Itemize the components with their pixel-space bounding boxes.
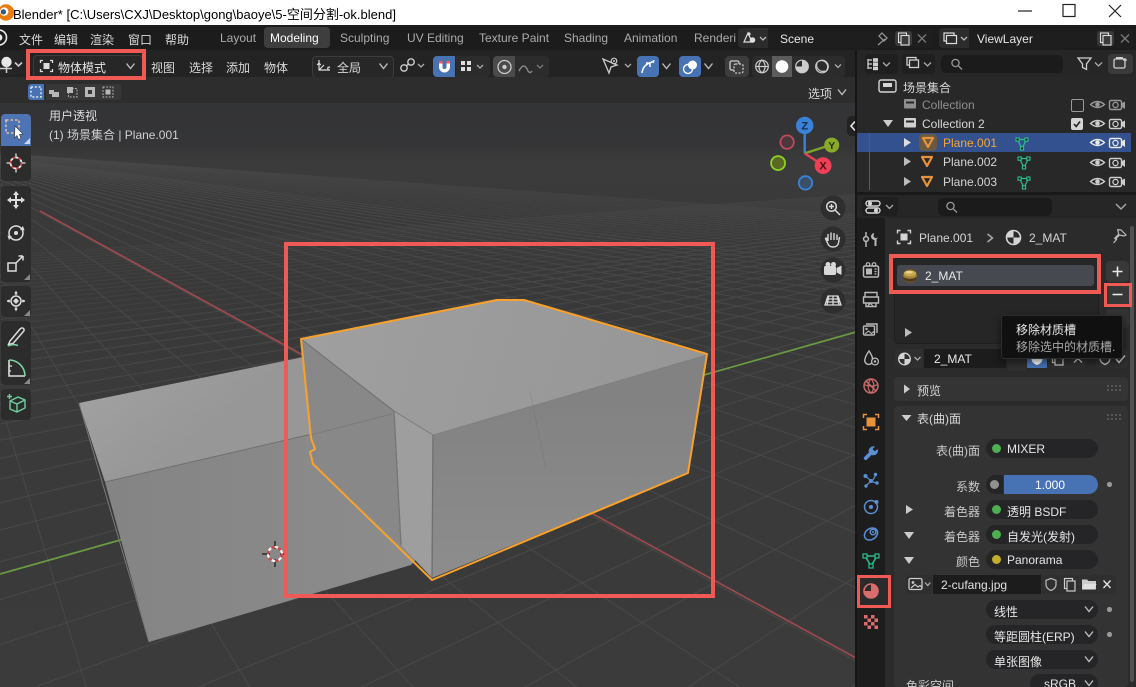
svg-text:X: X bbox=[819, 161, 827, 173]
svg-text:Z: Z bbox=[801, 121, 808, 133]
svg-text:Y: Y bbox=[828, 140, 835, 152]
